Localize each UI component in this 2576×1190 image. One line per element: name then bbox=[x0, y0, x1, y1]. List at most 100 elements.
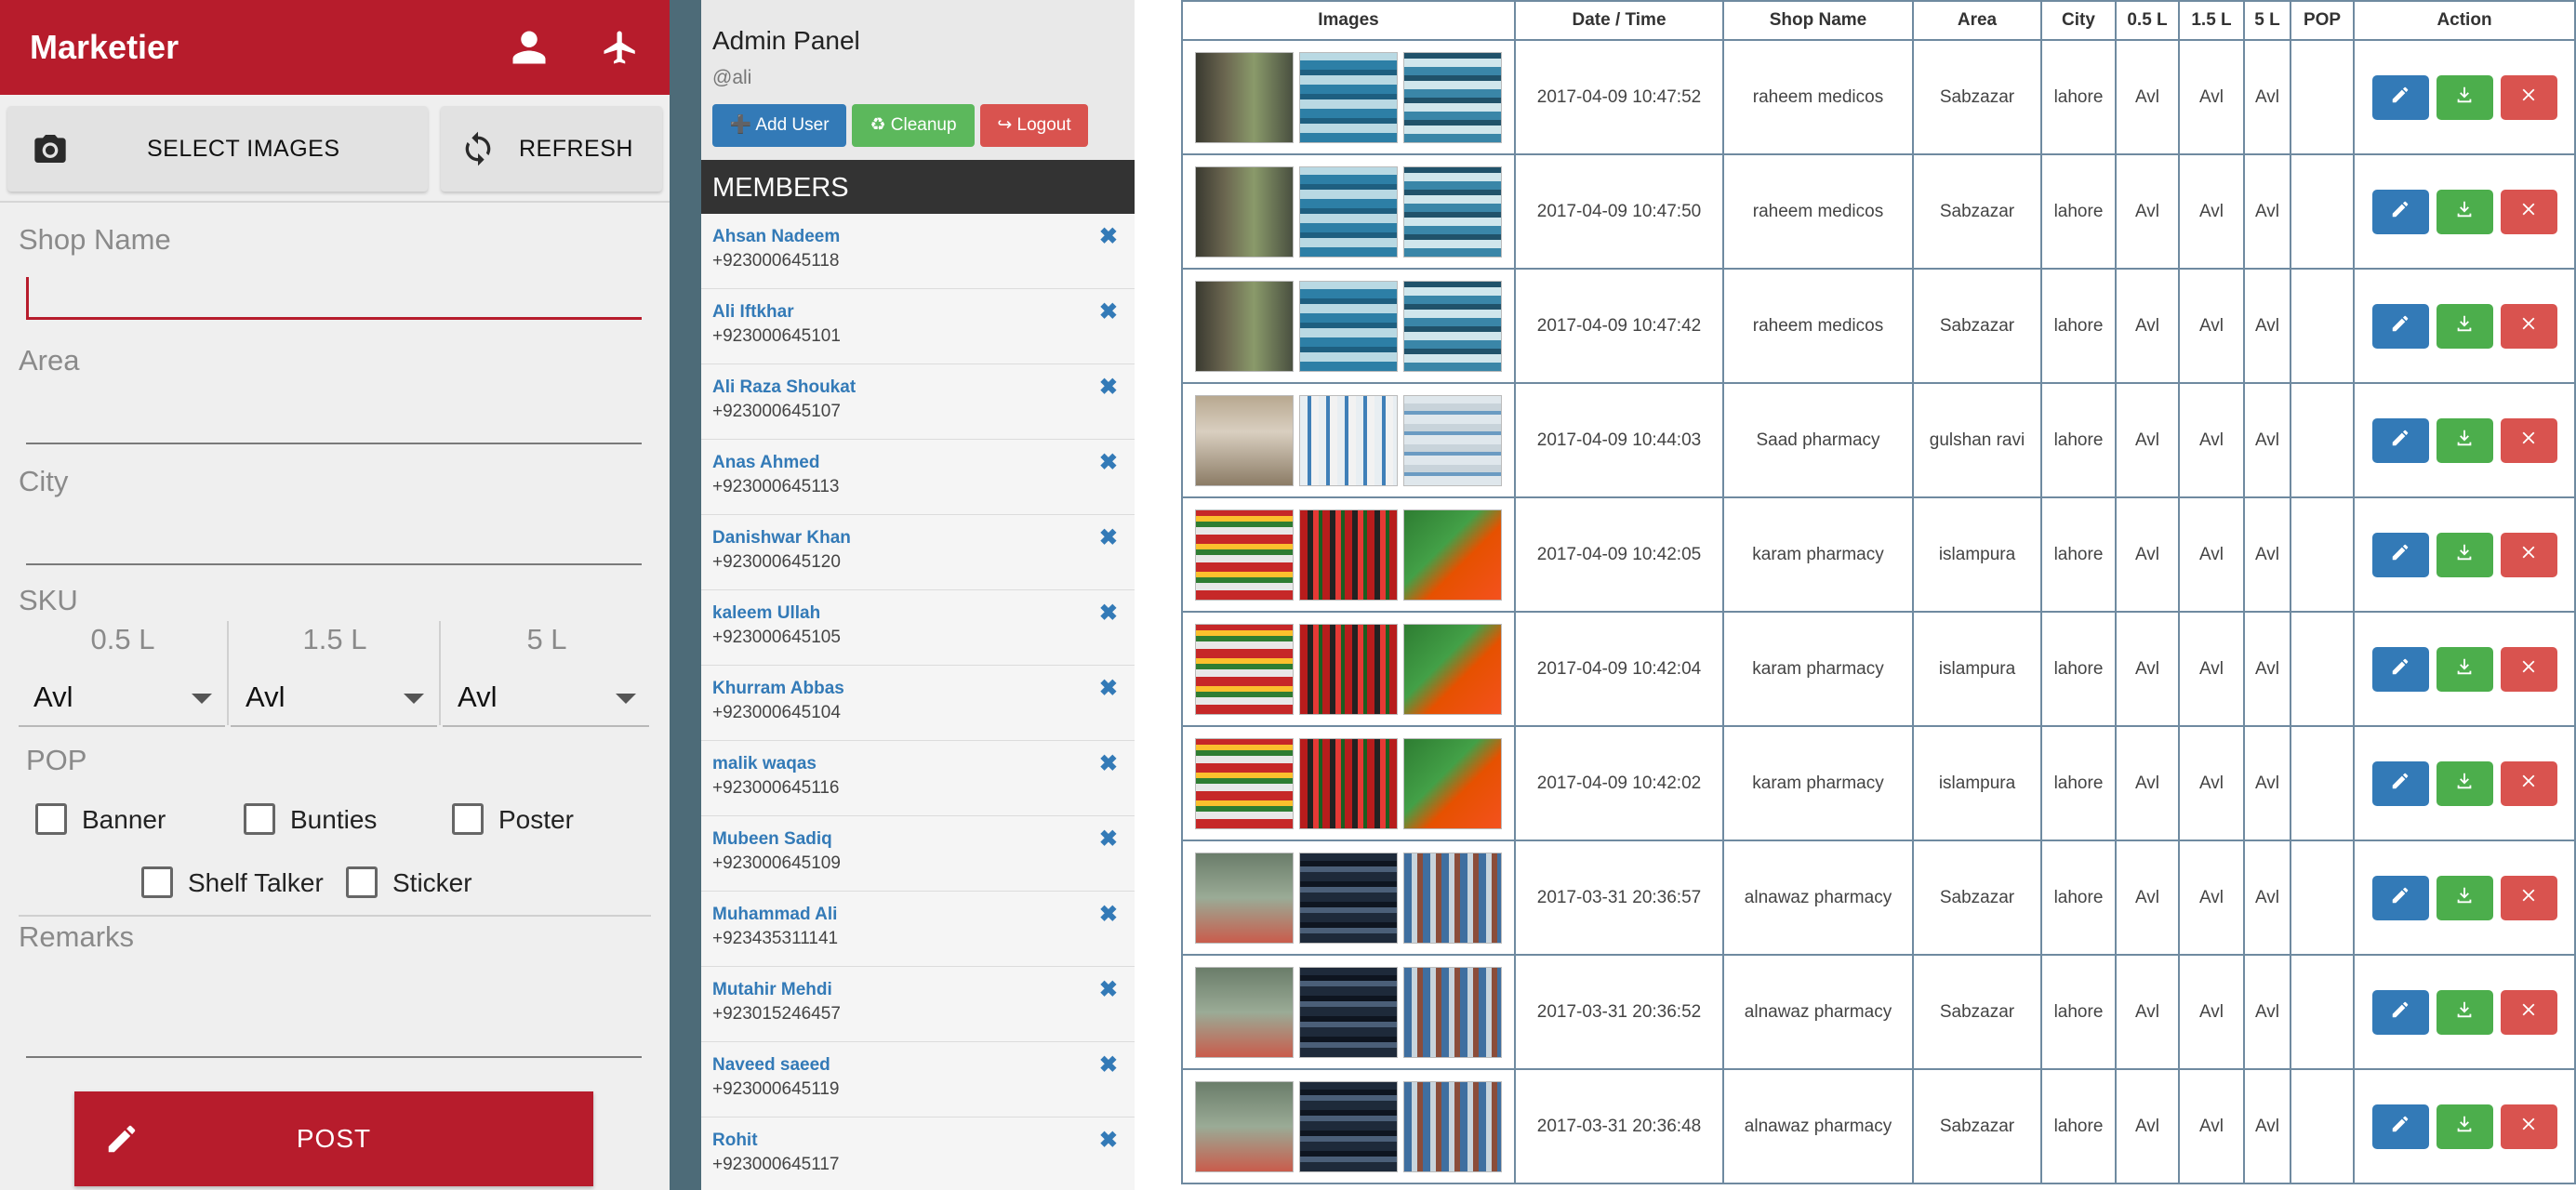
sku-select-5l[interactable]: Avl bbox=[443, 671, 649, 727]
delete-member-icon[interactable]: ✖ bbox=[1099, 901, 1118, 928]
shop-photo-thumbnail[interactable] bbox=[1195, 165, 1294, 258]
edit-button[interactable] bbox=[2371, 875, 2429, 920]
shop-photo-thumbnail[interactable] bbox=[1195, 852, 1294, 944]
shop-photo-thumbnail[interactable] bbox=[1299, 51, 1398, 143]
shop-photo-thumbnail[interactable] bbox=[1403, 852, 1502, 944]
edit-button[interactable] bbox=[2371, 189, 2429, 234]
delete-button[interactable] bbox=[2500, 989, 2557, 1035]
delete-member-icon[interactable]: ✖ bbox=[1099, 524, 1118, 551]
edit-button[interactable] bbox=[2371, 1104, 2429, 1149]
delete-member-icon[interactable]: ✖ bbox=[1099, 374, 1118, 401]
shop-photo-thumbnail[interactable] bbox=[1403, 509, 1502, 601]
download-button[interactable] bbox=[2436, 989, 2493, 1035]
shop-photo-thumbnail[interactable] bbox=[1403, 394, 1502, 486]
delete-button[interactable] bbox=[2500, 74, 2557, 120]
delete-button[interactable] bbox=[2500, 532, 2557, 577]
member-name[interactable]: Khurram Abbas bbox=[712, 679, 844, 699]
edit-button[interactable] bbox=[2371, 532, 2429, 577]
refresh-button[interactable]: REFRESH bbox=[441, 106, 662, 192]
shop-photo-thumbnail[interactable] bbox=[1195, 394, 1294, 486]
edit-button[interactable] bbox=[2371, 760, 2429, 806]
sticker-checkbox[interactable] bbox=[346, 866, 378, 898]
shop-photo-thumbnail[interactable] bbox=[1299, 737, 1398, 829]
delete-button[interactable] bbox=[2500, 417, 2557, 463]
column-header[interactable]: 1.5 L bbox=[2178, 0, 2245, 41]
edit-button[interactable] bbox=[2371, 74, 2429, 120]
sku-select-1-5l[interactable]: Avl bbox=[231, 671, 437, 727]
member-name[interactable]: malik waqas bbox=[712, 754, 817, 774]
column-header[interactable]: Area bbox=[1912, 0, 2042, 41]
shop-photo-thumbnail[interactable] bbox=[1299, 623, 1398, 715]
delete-button[interactable] bbox=[2500, 1104, 2557, 1149]
edit-button[interactable] bbox=[2371, 417, 2429, 463]
delete-member-icon[interactable]: ✖ bbox=[1099, 826, 1118, 853]
shop-photo-thumbnail[interactable] bbox=[1403, 165, 1502, 258]
edit-button[interactable] bbox=[2371, 989, 2429, 1035]
logout-button[interactable]: ↪ Logout bbox=[980, 104, 1088, 147]
member-name[interactable]: Mubeen Sadiq bbox=[712, 829, 832, 850]
shop-photo-thumbnail[interactable] bbox=[1299, 852, 1398, 944]
delete-member-icon[interactable]: ✖ bbox=[1099, 976, 1118, 1003]
member-name[interactable]: Rohit bbox=[712, 1130, 758, 1151]
banner-checkbox[interactable] bbox=[35, 803, 67, 835]
airplane-icon[interactable] bbox=[597, 24, 644, 71]
shop-photo-thumbnail[interactable] bbox=[1195, 623, 1294, 715]
bunties-checkbox[interactable] bbox=[244, 803, 275, 835]
member-name[interactable]: Ali Raza Shoukat bbox=[712, 377, 856, 398]
delete-member-icon[interactable]: ✖ bbox=[1099, 223, 1118, 250]
shop-photo-thumbnail[interactable] bbox=[1299, 165, 1398, 258]
member-name[interactable]: Anas Ahmed bbox=[712, 453, 819, 473]
column-header[interactable]: Images bbox=[1181, 0, 1516, 41]
member-name[interactable]: Muhammad Ali bbox=[712, 905, 837, 925]
member-name[interactable]: kaleem Ullah bbox=[712, 603, 820, 624]
download-button[interactable] bbox=[2436, 303, 2493, 349]
delete-button[interactable] bbox=[2500, 875, 2557, 920]
shop-photo-thumbnail[interactable] bbox=[1403, 280, 1502, 372]
column-header[interactable]: City bbox=[2040, 0, 2117, 41]
edit-button[interactable] bbox=[2371, 646, 2429, 692]
shop-photo-thumbnail[interactable] bbox=[1195, 966, 1294, 1058]
area-input[interactable] bbox=[26, 403, 642, 444]
download-button[interactable] bbox=[2436, 875, 2493, 920]
column-header[interactable]: POP bbox=[2290, 0, 2355, 41]
remarks-input[interactable] bbox=[26, 1017, 642, 1058]
delete-button[interactable] bbox=[2500, 303, 2557, 349]
add-user-button[interactable]: ➕ Add User bbox=[712, 104, 846, 147]
download-button[interactable] bbox=[2436, 646, 2493, 692]
download-button[interactable] bbox=[2436, 417, 2493, 463]
delete-button[interactable] bbox=[2500, 646, 2557, 692]
select-images-button[interactable]: SELECT IMAGES bbox=[7, 106, 428, 192]
member-name[interactable]: Ahsan Nadeem bbox=[712, 227, 840, 247]
member-name[interactable]: Mutahir Mehdi bbox=[712, 980, 832, 1000]
edit-button[interactable] bbox=[2371, 303, 2429, 349]
shop-photo-thumbnail[interactable] bbox=[1299, 966, 1398, 1058]
cleanup-button[interactable]: ♻ Cleanup bbox=[852, 104, 975, 147]
sku-select-0-5l[interactable]: Avl bbox=[19, 671, 225, 727]
shop-photo-thumbnail[interactable] bbox=[1195, 737, 1294, 829]
download-button[interactable] bbox=[2436, 74, 2493, 120]
shop-photo-thumbnail[interactable] bbox=[1403, 737, 1502, 829]
shop-photo-thumbnail[interactable] bbox=[1195, 280, 1294, 372]
delete-member-icon[interactable]: ✖ bbox=[1099, 298, 1118, 325]
delete-button[interactable] bbox=[2500, 189, 2557, 234]
shop-photo-thumbnail[interactable] bbox=[1403, 623, 1502, 715]
download-button[interactable] bbox=[2436, 189, 2493, 234]
delete-member-icon[interactable]: ✖ bbox=[1099, 449, 1118, 476]
shop-photo-thumbnail[interactable] bbox=[1403, 966, 1502, 1058]
member-name[interactable]: Naveed saeed bbox=[712, 1055, 830, 1076]
member-name[interactable]: Ali Iftkhar bbox=[712, 302, 794, 323]
column-header[interactable]: Action bbox=[2353, 0, 2576, 41]
shop-photo-thumbnail[interactable] bbox=[1299, 509, 1398, 601]
shelf-talker-checkbox[interactable] bbox=[141, 866, 173, 898]
delete-member-icon[interactable]: ✖ bbox=[1099, 600, 1118, 627]
shop-photo-thumbnail[interactable] bbox=[1299, 394, 1398, 486]
delete-member-icon[interactable]: ✖ bbox=[1099, 1127, 1118, 1154]
shop-photo-thumbnail[interactable] bbox=[1195, 509, 1294, 601]
shop-photo-thumbnail[interactable] bbox=[1299, 1080, 1398, 1172]
post-button[interactable]: POST bbox=[74, 1091, 593, 1186]
member-name[interactable]: Danishwar Khan bbox=[712, 528, 851, 549]
shop-photo-thumbnail[interactable] bbox=[1403, 1080, 1502, 1172]
column-header[interactable]: Shop Name bbox=[1722, 0, 1914, 41]
person-icon[interactable] bbox=[506, 24, 552, 71]
download-button[interactable] bbox=[2436, 760, 2493, 806]
